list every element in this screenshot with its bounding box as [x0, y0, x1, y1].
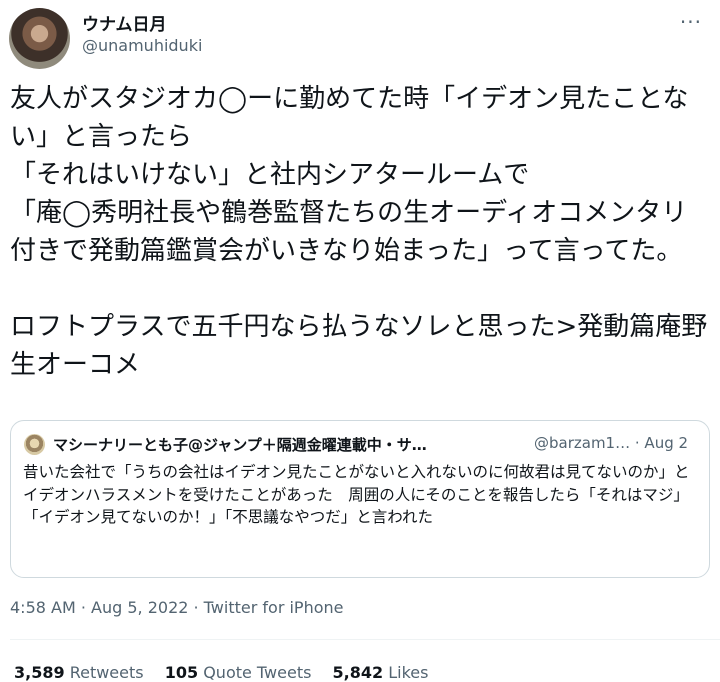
likes-label: Likes [388, 663, 429, 682]
tweet-header: ウナム日月 @unamuhiduki ··· [0, 0, 720, 80]
quoted-display-name: マシーナリーとも子@ジャンプ＋隔週金曜連載中・サ… [53, 436, 427, 454]
quote-tweets-stat[interactable]: 105 Quote Tweets [165, 663, 312, 682]
quoted-handle: @barzam1… [534, 434, 631, 452]
quoted-date: · Aug 2 [634, 434, 689, 452]
avatar[interactable] [9, 8, 70, 69]
divider [10, 639, 720, 640]
tweet-timestamp[interactable]: 4:58 AM · Aug 5, 2022 · Twitter for iPho… [10, 598, 343, 617]
quote-tweets-label: Quote Tweets [203, 663, 312, 682]
more-icon[interactable]: ··· [680, 10, 702, 34]
tweet-text: 友人がスタジオカ◯ーに勤めてた時「イデオン見たことない」と言ったら 「それはいけ… [10, 84, 708, 380]
tweet-stats: 3,589 Retweets 105 Quote Tweets 5,842 Li… [14, 663, 444, 682]
quoted-meta: @barzam1… · Aug 2 [534, 434, 688, 452]
likes-stat[interactable]: 5,842 Likes [333, 663, 429, 682]
retweets-count: 3,589 [14, 663, 65, 682]
likes-count: 5,842 [332, 663, 384, 682]
quoted-avatar [24, 434, 45, 455]
quote-tweets-count: 105 [164, 663, 199, 682]
display-name[interactable]: ウナム日月 [82, 10, 167, 35]
quoted-tweet[interactable]: マシーナリーとも子@ジャンプ＋隔週金曜連載中・サ… @barzam1… · Au… [10, 420, 710, 578]
quoted-text: 昔いた会社で「うちの会社はイデオン見たことがないと入れないのに何故君は見てないの… [23, 463, 690, 526]
user-handle[interactable]: @unamuhiduki [82, 36, 202, 55]
retweets-stat[interactable]: 3,589 Retweets [14, 663, 144, 682]
retweets-label: Retweets [69, 663, 144, 682]
